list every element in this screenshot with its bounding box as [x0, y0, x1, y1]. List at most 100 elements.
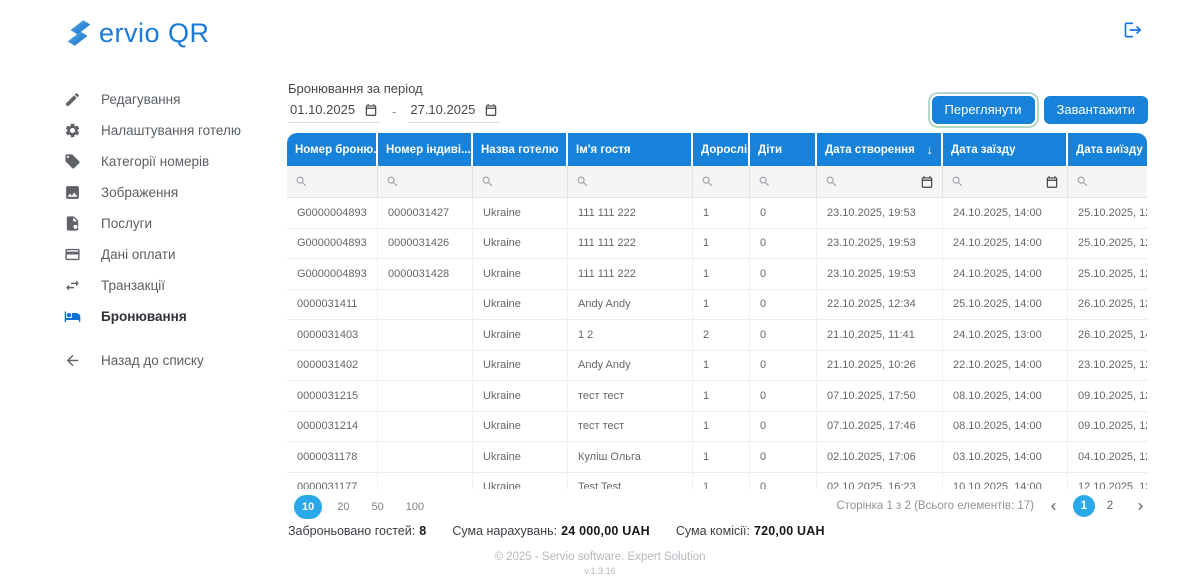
calendar-icon[interactable]	[920, 175, 934, 189]
table-row[interactable]: 0000031214Ukraineтест тест1007.10.2025, …	[287, 412, 1147, 443]
table-row[interactable]: G00000048930000031427Ukraine111 111 2221…	[287, 198, 1147, 229]
table-cell: 1	[693, 381, 750, 411]
column-filter-7[interactable]	[817, 166, 943, 197]
sidebar-item-8[interactable]: Бронювання	[64, 301, 274, 332]
prev-page-button[interactable]	[1046, 499, 1061, 514]
sidebar-item-6[interactable]: Дані оплати	[64, 239, 274, 270]
sidebar-item-1[interactable]: Редагування	[64, 84, 274, 115]
column-filter-3[interactable]	[473, 166, 568, 197]
table-row[interactable]: 0000031403Ukraine1 22021.10.2025, 11:412…	[287, 320, 1147, 351]
table-cell: 0000031428	[378, 259, 473, 289]
date-to-input[interactable]: 27.10.2025	[408, 99, 500, 123]
column-filter-8[interactable]	[943, 166, 1068, 197]
table-cell: 21.10.2025, 10:26	[817, 351, 943, 381]
sidebar-item-label: Послуги	[101, 216, 152, 231]
table-cell: Ukraine	[473, 290, 568, 320]
table-cell	[378, 381, 473, 411]
table-row[interactable]: 0000031178UkraineКуліш Ольга1002.10.2025…	[287, 442, 1147, 473]
table-cell: Ukraine	[473, 381, 568, 411]
table-cell: 0	[750, 320, 817, 350]
table-cell: 0	[750, 473, 817, 490]
view-button[interactable]: Переглянути	[932, 96, 1035, 124]
chevron-left-icon	[1046, 499, 1061, 514]
table-row[interactable]: G00000048930000031426Ukraine111 111 2221…	[287, 229, 1147, 260]
table-row[interactable]: 0000031402UkraineAndy Andy1021.10.2025, …	[287, 351, 1147, 382]
table-cell: 0	[750, 198, 817, 228]
column-header-9[interactable]: Дата виїзду	[1068, 133, 1147, 166]
calendar-icon[interactable]	[364, 103, 378, 117]
sidebar-item-2[interactable]: Налаштування готелю	[64, 115, 274, 146]
table-cell: 1	[693, 351, 750, 381]
sidebar-item-label: Категорії номерів	[101, 154, 209, 169]
pagination: Сторінка 1 з 2 (Всього елементів: 17) 12	[836, 495, 1148, 517]
table-cell: 25.10.2025, 12:00	[1068, 259, 1147, 289]
download-button[interactable]: Завантажити	[1044, 96, 1148, 124]
sidebar-item-label: Налаштування готелю	[101, 123, 241, 138]
column-filter-5[interactable]	[693, 166, 750, 197]
column-header-3[interactable]: Назва готелю	[473, 133, 568, 166]
page-size-10[interactable]: 10	[294, 495, 322, 519]
table-cell: 24.10.2025, 14:00	[943, 198, 1068, 228]
calendar-icon[interactable]	[1045, 175, 1059, 189]
table-cell: Test Test	[568, 473, 693, 490]
page-size-100[interactable]: 100	[399, 496, 431, 518]
table-cell: 1	[693, 473, 750, 490]
page-2[interactable]: 2	[1099, 495, 1121, 517]
table-cell: 0000031427	[378, 198, 473, 228]
pencil-icon	[64, 91, 81, 108]
next-page-button[interactable]	[1133, 499, 1148, 514]
table-cell: 03.10.2025, 14:00	[943, 442, 1068, 472]
column-filter-2[interactable]	[378, 166, 473, 197]
calendar-icon[interactable]	[484, 103, 498, 117]
table-cell: 07.10.2025, 17:46	[817, 412, 943, 442]
column-header-2[interactable]: Номер індиві...	[378, 133, 473, 166]
table-cell: G0000004893	[287, 229, 378, 259]
table-row[interactable]: 0000031215Ukraineтест тест1007.10.2025, …	[287, 381, 1147, 412]
table-cell	[378, 320, 473, 350]
table-cell: Ukraine	[473, 412, 568, 442]
card-icon	[64, 246, 81, 263]
search-icon	[386, 175, 399, 188]
column-header-6[interactable]: Діти	[750, 133, 817, 166]
search-icon	[758, 175, 771, 188]
table-cell: 111 111 222	[568, 259, 693, 289]
column-header-7[interactable]: Дата створення↓	[817, 133, 943, 166]
column-filter-9[interactable]	[1068, 166, 1147, 197]
column-header-label: Номер броню...	[295, 144, 378, 156]
table-cell: G0000004893	[287, 198, 378, 228]
table-cell: 1 2	[568, 320, 693, 350]
column-filter-6[interactable]	[750, 166, 817, 197]
column-header-5[interactable]: Дорослі	[693, 133, 750, 166]
table-cell: 23.10.2025, 19:53	[817, 229, 943, 259]
sidebar-item-7[interactable]: Транзакції	[64, 270, 274, 301]
column-filter-4[interactable]	[568, 166, 693, 197]
sidebar-item-3[interactable]: Категорії номерів	[64, 146, 274, 177]
table-cell	[378, 442, 473, 472]
page-1[interactable]: 1	[1073, 495, 1095, 517]
column-header-4[interactable]: Ім'я гостя	[568, 133, 693, 166]
table-header-row: Номер броню...Номер індиві...Назва готел…	[287, 133, 1147, 166]
column-header-label: Дата виїзду	[1076, 144, 1143, 156]
pagination-info: Сторінка 1 з 2 (Всього елементів: 17)	[836, 500, 1034, 512]
date-from-input[interactable]: 01.10.2025	[288, 99, 380, 123]
table-cell: 0000031403	[287, 320, 378, 350]
logo-text: ervio QR	[99, 18, 210, 49]
table-cell: 0	[750, 381, 817, 411]
search-icon	[1076, 175, 1089, 188]
column-header-8[interactable]: Дата заїзду	[943, 133, 1068, 166]
table-row[interactable]: 0000031411UkraineAndy Andy1022.10.2025, …	[287, 290, 1147, 321]
column-filter-1[interactable]	[287, 166, 378, 197]
page-size-20[interactable]: 20	[330, 496, 356, 518]
column-header-1[interactable]: Номер броню...	[287, 133, 378, 166]
sidebar-item-5[interactable]: Послуги	[64, 208, 274, 239]
page-size-50[interactable]: 50	[365, 496, 391, 518]
summary-item-3: Сума комісії:720,00 UAH	[676, 524, 825, 538]
table-cell: G0000004893	[287, 259, 378, 289]
back-to-list-item[interactable]: Назад до списку	[64, 345, 274, 376]
sidebar-item-label: Транзакції	[101, 278, 165, 293]
sidebar-item-4[interactable]: Зображення	[64, 177, 274, 208]
column-header-label: Діти	[758, 144, 782, 156]
table-row[interactable]: G00000048930000031428Ukraine111 111 2221…	[287, 259, 1147, 290]
logout-button[interactable]	[1123, 20, 1143, 43]
table-row[interactable]: 0000031177UkraineTest Test1002.10.2025, …	[287, 473, 1147, 490]
